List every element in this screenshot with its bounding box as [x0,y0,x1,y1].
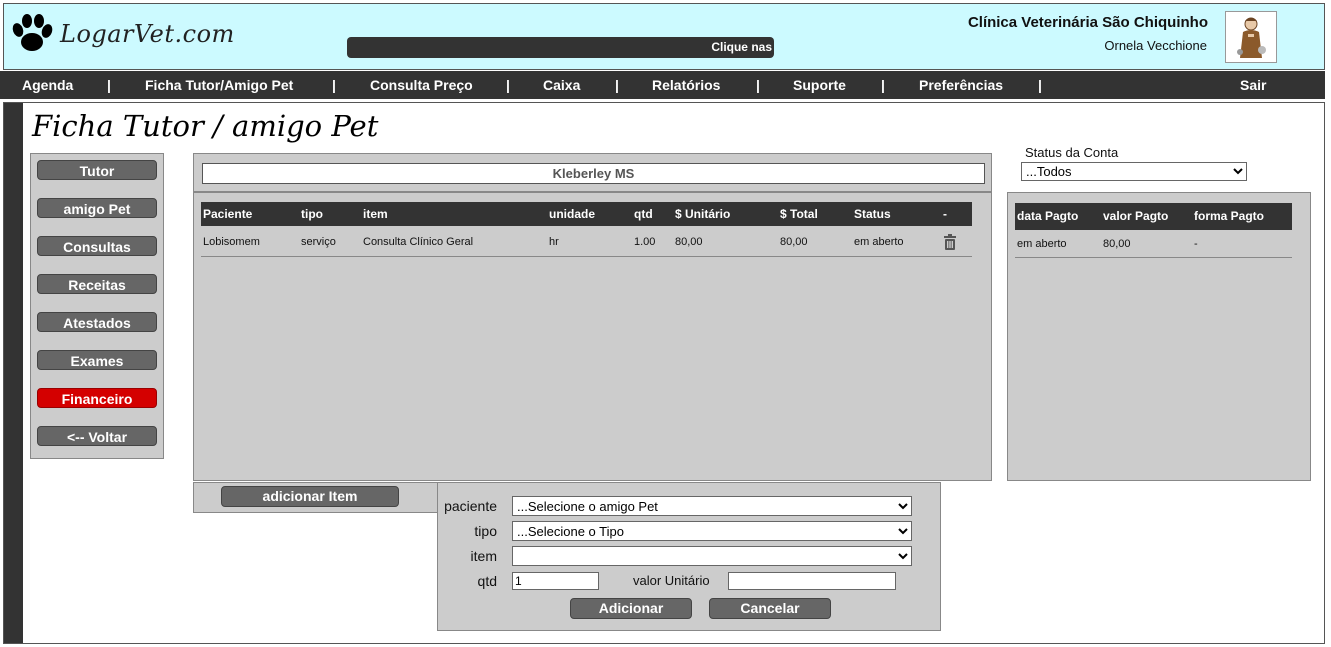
nav-separator: | [107,77,111,93]
column-header: valor Pagto [1103,209,1169,223]
payments-panel: data Pagto valor Pagto forma Pagto em ab… [1007,192,1311,481]
payments-table-header: data Pagto valor Pagto forma Pagto [1015,203,1292,230]
item-label: item [470,548,497,564]
cell-tipo: serviço [301,236,336,248]
valor-unitario-label: valor Unitário [633,573,710,588]
table-row[interactable]: Lobisomem serviço Consulta Clínico Geral… [201,230,972,257]
side-button-voltar[interactable]: <-- Voltar [37,426,157,446]
items-panel: Kleberley MS Paciente tipo item unidade … [193,153,992,481]
nav-separator: | [1038,77,1042,93]
logo-text: LogarVet.com [60,20,235,48]
trash-icon[interactable] [943,234,957,250]
cell-forma-pagto: - [1194,238,1198,250]
valor-unitario-input[interactable] [728,572,896,590]
cell-unitario: 80,00 [675,236,703,248]
nav-item-relatorios[interactable]: Relatórios [652,71,720,99]
side-button-tutor[interactable]: Tutor [37,160,157,180]
nav-separator: | [881,77,885,93]
paciente-label: paciente [444,498,497,514]
nav-separator: | [332,77,336,93]
cell-data-pagto: em aberto [1017,238,1067,250]
nav-item-agenda[interactable]: Agenda [22,71,73,99]
column-header: $ Unitário [675,207,731,221]
nav-item-caixa[interactable]: Caixa [543,71,580,99]
nav-separator: | [615,77,619,93]
nav-separator: | [756,77,760,93]
left-strip [3,102,23,644]
marquee-banner[interactable]: Clique nas [347,37,774,58]
nav-item-sair[interactable]: Sair [1240,71,1266,99]
side-button-exames[interactable]: Exames [37,350,157,370]
avatar [1225,11,1277,63]
cell-valor-pagto: 80,00 [1103,238,1131,250]
column-header: Paciente [203,207,253,221]
column-header: item [363,207,388,221]
column-header: unidade [549,207,596,221]
adicionar-button[interactable]: Adicionar [570,598,692,619]
divider [194,191,991,193]
add-item-button[interactable]: adicionar Item [221,486,399,507]
logo[interactable]: LogarVet.com [10,10,234,60]
column-header: data Pagto [1017,209,1079,223]
app-window: LogarVet.com Clique nas Clínica Veteriná… [0,0,1331,647]
clinic-name: Clínica Veterinária São Chiquinho [967,14,1208,31]
cell-paciente: Lobisomem [203,236,260,248]
cell-unidade: hr [549,236,559,248]
cancelar-button[interactable]: Cancelar [709,598,831,619]
user-name: Ornela Vecchione [1104,38,1207,53]
page-title: Ficha Tutor / amigo Pet [32,109,379,143]
qtd-label: qtd [477,573,497,589]
column-header: forma Pagto [1194,209,1265,223]
side-button-receitas[interactable]: Receitas [37,274,157,294]
column-header: $ Total [780,207,818,221]
side-button-amigo-pet[interactable]: amigo Pet [37,198,157,218]
saint-figure-icon [1226,12,1276,62]
tutor-name-field: Kleberley MS [202,163,985,184]
nav-item-preferencias[interactable]: Preferências [919,71,1003,99]
side-button-consultas[interactable]: Consultas [37,236,157,256]
column-header: Status [854,207,891,221]
add-item-bar: adicionar Item [193,482,438,513]
nav-item-ficha-tutor[interactable]: Ficha Tutor/Amigo Pet [145,71,293,99]
side-menu: Tutor amigo Pet Consultas Receitas Atest… [30,153,164,459]
items-table-header: Paciente tipo item unidade qtd $ Unitári… [201,202,972,226]
side-button-financeiro[interactable]: Financeiro [37,388,157,408]
cell-item: Consulta Clínico Geral [363,236,474,248]
nav-separator: | [506,77,510,93]
paciente-select[interactable]: ...Selecione o amigo Pet [512,496,912,516]
column-header: tipo [301,207,323,221]
column-header: - [943,207,947,221]
column-header: qtd [634,207,653,221]
nav-item-suporte[interactable]: Suporte [793,71,846,99]
tipo-select[interactable]: ...Selecione o Tipo [512,521,912,541]
nav-item-consulta-preco[interactable]: Consulta Preço [370,71,473,99]
paw-icon [12,14,53,51]
status-label: Status da Conta [1025,145,1119,160]
status-select[interactable]: ...Todos [1021,162,1247,181]
header: LogarVet.com Clique nas Clínica Veteriná… [3,3,1325,70]
main-nav: Agenda | Ficha Tutor/Amigo Pet | Consult… [0,71,1325,99]
tipo-label: tipo [474,523,497,539]
cell-qtd: 1.00 [634,236,656,248]
cell-status: em aberto [854,236,904,248]
table-row[interactable]: em aberto 80,00 - [1015,232,1292,258]
qtd-input[interactable] [512,572,599,590]
cell-total: 80,00 [780,236,808,248]
side-button-atestados[interactable]: Atestados [37,312,157,332]
item-select[interactable] [512,546,912,566]
add-item-form: paciente ...Selecione o amigo Pet tipo .… [437,482,941,631]
